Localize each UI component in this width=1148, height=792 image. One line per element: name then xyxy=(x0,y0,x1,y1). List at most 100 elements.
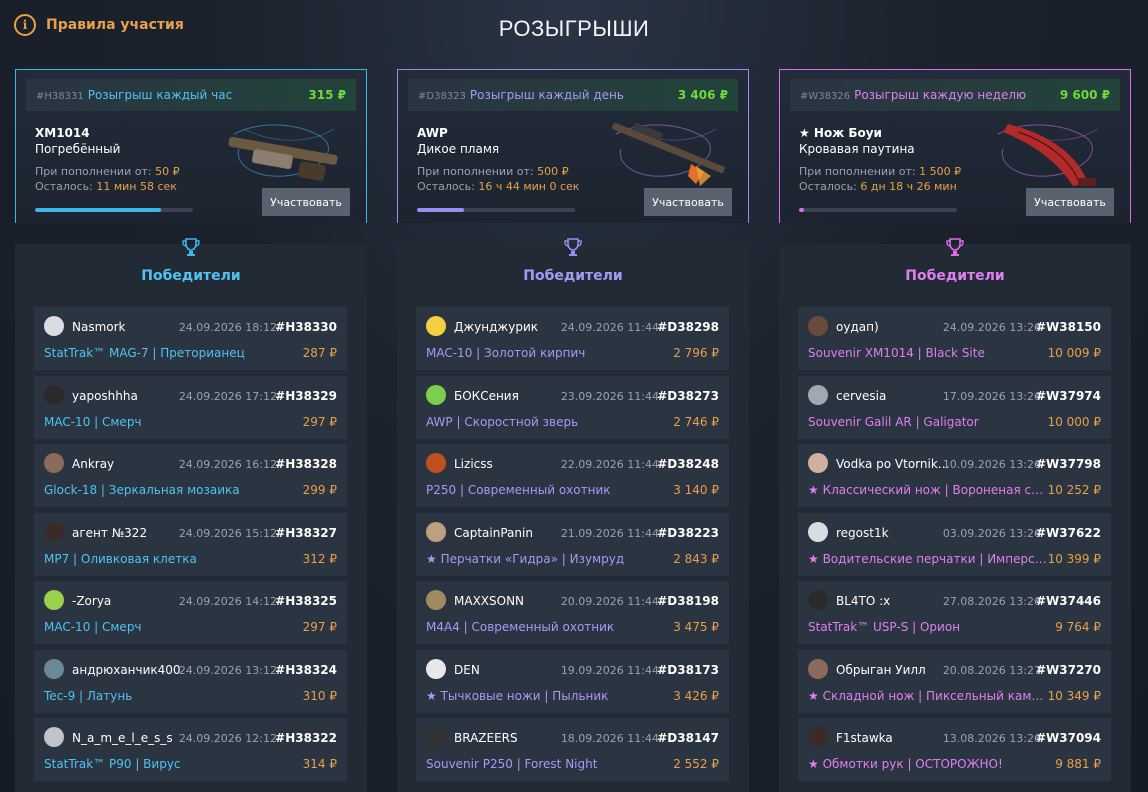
lottery-card: #D38323 Розыгрыш каждый день 3 406 ₽ AWP … xyxy=(397,69,749,223)
avatar[interactable] xyxy=(426,453,446,473)
winner-name[interactable]: БОКСения xyxy=(454,389,569,403)
time-progress-bar xyxy=(799,208,957,212)
winner-row[interactable]: андрюханчик400 24.09.2026 13:12 #H38324 Tec… xyxy=(34,649,347,713)
winner-row[interactable]: DEN 19.09.2026 11:44 #D38173 ★ Тычковые нож… xyxy=(416,649,729,713)
avatar[interactable] xyxy=(44,521,64,542)
avatar[interactable] xyxy=(808,316,828,336)
won-item: M4A4 | Современный охотник xyxy=(426,620,615,634)
join-button[interactable]: Участвовать xyxy=(1026,188,1114,216)
won-item: MAC-10 | Золотой кирпич xyxy=(426,346,586,360)
winners-list: Nasmork 24.09.2026 18:12 #H38330 StatTrak™ … xyxy=(34,307,347,787)
item-price: 2 796 ₽ xyxy=(673,346,719,360)
avatar[interactable] xyxy=(808,453,828,473)
winner-name[interactable]: cervesia xyxy=(836,389,951,403)
item-price: 10 009 ₽ xyxy=(1047,346,1101,360)
item-price: 2 843 ₽ xyxy=(673,551,719,566)
winner-name[interactable]: -Zorya xyxy=(72,594,187,608)
winner-name[interactable]: BL4TO :x xyxy=(836,594,951,608)
winners-list: Джунджурик 24.09.2026 11:44 #D38298 MAC-10 … xyxy=(416,307,729,787)
avatar[interactable] xyxy=(426,590,446,610)
won-item: ★ Водительские перчатки | Имперская... xyxy=(808,551,1048,566)
item-price: 2 552 ₽ xyxy=(673,757,719,771)
winner-row[interactable]: MAXXSONN 20.09.2026 11:44 #D38198 M4A4 | Со… xyxy=(416,581,729,644)
join-button[interactable]: Участвовать xyxy=(262,188,350,216)
avatar[interactable] xyxy=(808,727,828,747)
won-item: ★ Перчатки «Гидра» | Изумруд xyxy=(426,551,625,566)
avatar[interactable] xyxy=(44,453,64,473)
avatar[interactable] xyxy=(44,658,64,679)
won-item: MP7 | Оливковая клетка xyxy=(44,551,197,566)
avatar[interactable] xyxy=(426,658,446,679)
prize-skin: Дикое пламя xyxy=(417,142,500,156)
item-price: 314 ₽ xyxy=(302,757,337,771)
won-item: ★ Тычковые ножи | Пыльник xyxy=(426,688,609,703)
winner-row[interactable]: F1stawka 13.08.2026 13:26 #W37094 ★ Обмотки… xyxy=(798,718,1111,781)
winner-row[interactable]: BRAZEERS 18.09.2026 11:44 #D38147 Souvenir … xyxy=(416,718,729,781)
winner-row[interactable]: N_a_m_e_l_e_s_s 24.09.2026 12:12 #H38322 St… xyxy=(34,718,347,781)
won-item: AWP | Скоростной зверь xyxy=(426,414,579,429)
avatar[interactable] xyxy=(808,590,828,610)
item-price: 9 764 ₽ xyxy=(1055,620,1101,634)
item-price: 10 000 ₽ xyxy=(1047,414,1101,429)
winner-name[interactable]: MAXXSONN xyxy=(454,594,569,608)
avatar[interactable] xyxy=(808,384,828,405)
win-date: 22.09.2026 11:44 xyxy=(560,458,659,471)
lottery-id: #D38323 xyxy=(418,91,466,102)
winner-name[interactable]: Lizicss xyxy=(454,457,569,471)
win-date: 24.09.2026 15:12 xyxy=(178,526,277,540)
winner-name[interactable]: Обрыган Уилл xyxy=(836,663,951,677)
winner-name[interactable]: Джунджурик xyxy=(454,320,569,334)
time-progress-bar xyxy=(35,208,193,212)
avatar[interactable] xyxy=(426,316,446,336)
winner-row[interactable]: oyдап) 24.09.2026 13:26 #W38150 Souvenir XM… xyxy=(798,307,1111,370)
lottery-id: #H38322 xyxy=(275,731,337,745)
winner-row[interactable]: Lizicss 22.09.2026 11:44 #D38248 P250 | Сов… xyxy=(416,444,729,507)
winner-row[interactable]: Nasmork 24.09.2026 18:12 #H38330 StatTrak™ … xyxy=(34,307,347,370)
winner-row[interactable]: Ankray 24.09.2026 16:12 #H38328 Glock-18 | … xyxy=(34,444,347,507)
winner-row[interactable]: regost1k 03.09.2026 13:26 #W37622 ★ Водител… xyxy=(798,512,1111,576)
winner-name[interactable]: DEN xyxy=(454,663,569,677)
winner-row[interactable]: Джунджурик 24.09.2026 11:44 #D38298 MAC-10 … xyxy=(416,307,729,370)
avatar[interactable] xyxy=(44,727,64,747)
win-date: 17.09.2026 13:26 xyxy=(942,389,1041,403)
winner-name[interactable]: CaptainPanin xyxy=(454,526,569,540)
winner-name[interactable]: yaposhhha xyxy=(72,389,187,403)
winner-name[interactable]: Nasmork xyxy=(72,320,187,334)
avatar[interactable] xyxy=(426,727,446,747)
winner-name[interactable]: regost1k xyxy=(836,526,951,540)
winner-row[interactable]: cervesia 17.09.2026 13:26 #W37974 Souvenir … xyxy=(798,375,1111,439)
join-button[interactable]: Участвовать xyxy=(644,188,732,216)
winner-name[interactable]: Ankray xyxy=(72,457,187,471)
winner-name[interactable]: oyдап) xyxy=(836,320,951,334)
winners-list: oyдап) 24.09.2026 13:26 #W38150 Souvenir XM… xyxy=(798,307,1111,787)
avatar[interactable] xyxy=(426,384,446,405)
deposit-condition: При пополнении от: 1 500 ₽ xyxy=(799,165,962,178)
winner-name[interactable]: BRAZEERS xyxy=(454,731,569,745)
avatar[interactable] xyxy=(426,521,446,542)
avatar[interactable] xyxy=(808,521,828,542)
winner-row[interactable]: -Zorya 24.09.2026 14:12 #H38325 MAC-10 | См… xyxy=(34,581,347,644)
avatar[interactable] xyxy=(808,658,828,679)
winner-row[interactable]: Обрыган Уилл 20.08.2026 13:27 #W37270 ★ Скл… xyxy=(798,649,1111,713)
winner-row[interactable]: BL4TO :x 27.08.2026 13:26 #W37446 StatTrak™… xyxy=(798,581,1111,644)
winner-row[interactable]: Vodka po Vtornika... 10.09.2026 13:26 #W37… xyxy=(798,444,1111,507)
winner-name[interactable]: F1stawka xyxy=(836,731,951,745)
winner-name[interactable]: агент №322 xyxy=(72,526,187,540)
prize-weapon: AWP xyxy=(417,126,448,140)
lottery-id: #H38325 xyxy=(275,594,337,608)
winner-name[interactable]: Vodka po Vtornika... xyxy=(836,457,951,471)
winner-row[interactable]: CaptainPanin 21.09.2026 11:44 #D38223 ★ Пер… xyxy=(416,512,729,576)
winner-row[interactable]: агент №322 24.09.2026 15:12 #H38327 MP7 | О… xyxy=(34,512,347,576)
win-date: 13.08.2026 13:26 xyxy=(942,732,1041,745)
winner-row[interactable]: БОКСения 23.09.2026 11:44 #D38273 AWP | Ско… xyxy=(416,375,729,439)
lottery-id: #D38147 xyxy=(657,731,719,745)
winner-row[interactable]: yaposhhha 24.09.2026 17:12 #H38329 MAC-10 |… xyxy=(34,375,347,439)
avatar[interactable] xyxy=(44,316,64,336)
avatar[interactable] xyxy=(44,384,64,405)
item-price: 310 ₽ xyxy=(302,688,337,703)
avatar[interactable] xyxy=(44,590,64,610)
won-item: ★ Обмотки рук | ОСТОРОЖНО! xyxy=(808,757,1003,771)
winner-name[interactable]: N_a_m_e_l_e_s_s xyxy=(72,731,187,745)
winner-name[interactable]: андрюханчик400 xyxy=(72,663,187,677)
winners-panel: Победители Джунджурик 24.09.2026 11:44 #D3… xyxy=(397,238,749,792)
